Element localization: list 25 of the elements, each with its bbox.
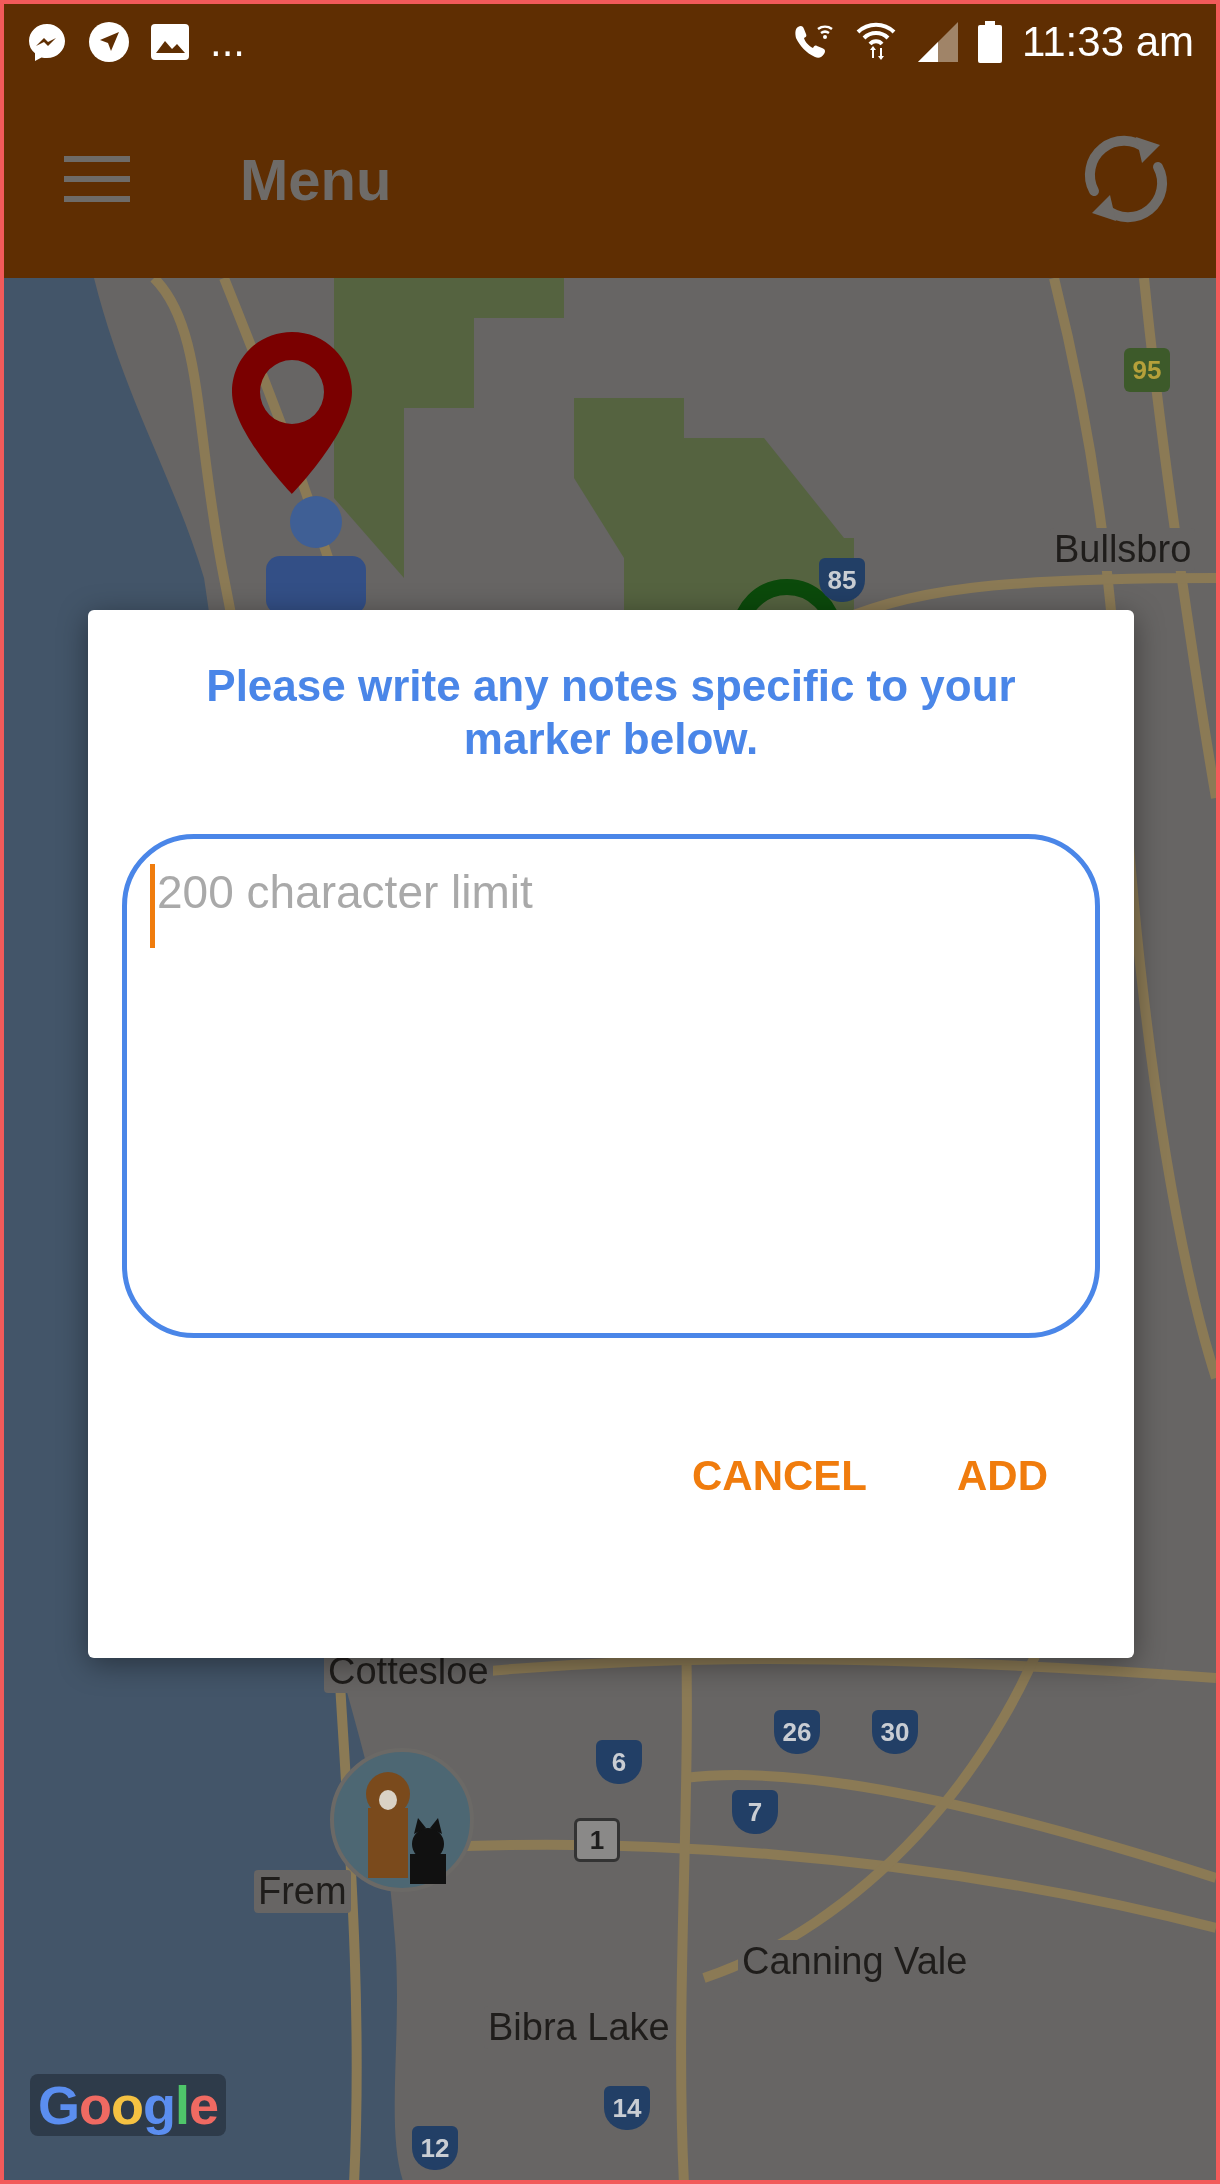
place-label: Frem [254, 1870, 351, 1913]
more-notifications: ... [210, 21, 245, 63]
route-shield: 95 [1124, 348, 1170, 392]
image-icon [150, 23, 190, 61]
app-title: Menu [240, 145, 392, 213]
signal-icon [918, 22, 958, 62]
route-shield: 1 [574, 1818, 620, 1862]
route-shield: 14 [604, 2086, 650, 2130]
route-shield: 7 [732, 1790, 778, 1834]
route-shield: 6 [596, 1740, 642, 1784]
battery-icon [978, 21, 1002, 63]
route-shield: 12 [412, 2126, 458, 2170]
notes-field[interactable]: 200 character limit [122, 833, 1100, 1338]
google-logo: Google [30, 2074, 227, 2136]
dialog-title: Please write any notes specific to your marker below. [205, 660, 1017, 765]
route-shield: 30 [872, 1710, 918, 1754]
location-pin-icon [232, 332, 352, 494]
navigation-icon [88, 21, 130, 63]
clock-time: 11:33 am [1022, 21, 1194, 63]
menu-icon[interactable] [64, 156, 130, 202]
route-shield: 85 [819, 558, 865, 602]
dialog-button[interactable]: CANCEL [692, 1451, 867, 1500]
messenger-icon [26, 21, 68, 63]
route-shield: 26 [774, 1710, 820, 1754]
dialog-button[interactable]: ADD [957, 1451, 1048, 1500]
